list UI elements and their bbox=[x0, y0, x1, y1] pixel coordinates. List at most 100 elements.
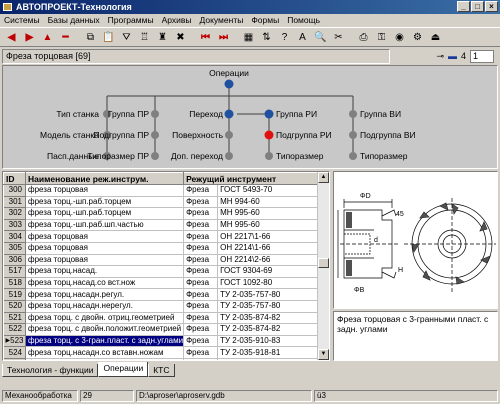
cell-id[interactable]: 303 bbox=[3, 219, 26, 232]
cell-name[interactable]: фреза торц. с двойн. отриц.геометрией bbox=[25, 312, 185, 325]
cell-name[interactable]: фреза торцовая bbox=[25, 254, 185, 267]
table-row[interactable]: 300 фреза торцовая Фреза ГОСТ 5493-70 bbox=[3, 184, 321, 197]
sort-icon[interactable]: ⇅ bbox=[258, 29, 275, 45]
cell-type[interactable]: Фреза bbox=[183, 323, 219, 336]
menu-databases[interactable]: Базы данных bbox=[48, 14, 100, 27]
cell-type[interactable]: Фреза bbox=[183, 184, 219, 197]
cell-type[interactable]: Фреза bbox=[183, 230, 219, 243]
minimize-button[interactable]: _ bbox=[457, 1, 470, 12]
first-icon[interactable]: ⏮ bbox=[197, 29, 214, 45]
menu-documents[interactable]: Документы bbox=[200, 14, 244, 27]
calc-icon[interactable]: ▦ bbox=[240, 29, 257, 45]
exit-icon[interactable]: ⏏ bbox=[427, 29, 444, 45]
cell-id[interactable]: 305 bbox=[3, 242, 26, 255]
tab-kts[interactable]: КТС bbox=[148, 364, 175, 377]
cell-name[interactable]: фреза торц.насадн.регул. bbox=[25, 288, 185, 301]
table-row[interactable]: 517 фреза торц.насад. Фреза ГОСТ 9304-69 bbox=[3, 265, 321, 278]
cell-name[interactable]: фреза торцовая bbox=[25, 242, 185, 255]
cell-std[interactable]: ГОСТ 1092-80 bbox=[217, 277, 321, 290]
cell-std[interactable]: ГОСТ 9304-69 bbox=[217, 265, 321, 278]
cell-name[interactable]: фреза торц. с 3-гран.пласт. с задн.углам… bbox=[25, 335, 185, 348]
page-spinner[interactable]: 1 bbox=[470, 49, 494, 63]
scroll-up-button[interactable]: ▲ bbox=[318, 172, 329, 183]
arrow-left-icon[interactable]: ◀ bbox=[3, 29, 20, 45]
cell-type[interactable]: Фреза bbox=[183, 196, 219, 209]
cell-name[interactable]: фреза торц.насад.со вст.нож bbox=[25, 277, 185, 290]
cell-id[interactable]: 306 bbox=[3, 254, 26, 267]
tab-operations[interactable]: Операции bbox=[98, 362, 149, 377]
cell-id[interactable]: 524 bbox=[3, 346, 26, 359]
table-scrollbar[interactable]: ▲ ▼ bbox=[317, 172, 329, 360]
paste-icon[interactable]: 📋 bbox=[100, 29, 117, 45]
table-row[interactable]: 301 фреза торц.-шп.раб.торцем Фреза МН 994-… bbox=[3, 196, 321, 209]
cell-type[interactable]: Фреза bbox=[183, 335, 219, 348]
cell-type[interactable]: Фреза bbox=[183, 346, 219, 359]
cell-std[interactable]: ТУ 2-035-874-82 bbox=[217, 312, 321, 325]
cell-id[interactable]: 521 bbox=[3, 312, 26, 325]
tab-technology-functions[interactable]: Технология - функции bbox=[2, 364, 99, 377]
find-icon[interactable]: 🔍 bbox=[312, 29, 329, 45]
close-button[interactable]: × bbox=[485, 1, 498, 12]
table-row[interactable]: 522 фреза торц. с двойн.положит.геометрие… bbox=[3, 323, 321, 336]
cell-id[interactable]: 525 bbox=[3, 358, 26, 360]
cell-type[interactable]: Фреза bbox=[183, 277, 219, 290]
cell-name[interactable]: фреза торц.-шп.раб.торцем bbox=[25, 207, 185, 220]
help-icon[interactable]: ⚙ bbox=[409, 29, 426, 45]
cell-std[interactable]: МН 995-60 bbox=[217, 219, 321, 232]
pin-icon[interactable]: ⊸ bbox=[436, 51, 444, 62]
cell-id[interactable]: 302 bbox=[3, 207, 26, 220]
cell-name[interactable]: фреза торц.-шп.раб.шп.частью bbox=[25, 219, 185, 232]
cell-std[interactable]: ТУ 2-035-757-80 bbox=[217, 300, 321, 313]
tools-icon[interactable]: ✂ bbox=[330, 29, 347, 45]
cell-id[interactable]: 523 bbox=[3, 335, 26, 348]
cell-id[interactable]: 304 bbox=[3, 230, 26, 243]
delete-icon[interactable]: ✖ bbox=[172, 29, 189, 45]
table-row[interactable]: 524 фреза торц.насадн.со вставн.ножам Фрез… bbox=[3, 346, 321, 359]
menu-forms[interactable]: Формы bbox=[251, 14, 279, 27]
book-icon[interactable]: ▬ bbox=[448, 51, 457, 61]
tree-icon[interactable]: ♖ bbox=[136, 29, 153, 45]
cell-type[interactable]: Фреза bbox=[183, 312, 219, 325]
cell-id[interactable]: 300 bbox=[3, 184, 26, 197]
cell-type[interactable]: Фреза bbox=[183, 242, 219, 255]
cell-std[interactable]: ТУ 2-035-874-82 bbox=[217, 323, 321, 336]
lock-icon[interactable]: ⚿ bbox=[373, 29, 390, 45]
menu-programs[interactable]: Программы bbox=[108, 14, 154, 27]
filter-icon[interactable]: ⛛ bbox=[118, 29, 135, 45]
cell-std[interactable]: ТУ 2-035-757-80 bbox=[217, 288, 321, 301]
copy-icon[interactable]: ⧉ bbox=[82, 29, 99, 45]
disk-icon[interactable]: ◉ bbox=[391, 29, 408, 45]
cell-id[interactable]: 520 bbox=[3, 300, 26, 313]
menu-systems[interactable]: Системы bbox=[4, 14, 40, 27]
table-row[interactable]: 304 фреза торцовая Фреза ОН 2217\1-66 bbox=[3, 230, 321, 243]
table-row[interactable]: 519 фреза торц.насадн.регул. Фреза ТУ 2-035… bbox=[3, 288, 321, 301]
cell-id[interactable]: 517 bbox=[3, 265, 26, 278]
cell-type[interactable]: Фреза bbox=[183, 300, 219, 313]
cell-type[interactable]: Фреза bbox=[183, 265, 219, 278]
table-row[interactable]: 303 фреза торц.-шп.раб.шп.частью Фреза МН 9… bbox=[3, 219, 321, 232]
cell-name[interactable]: фреза торцовая bbox=[25, 230, 185, 243]
cell-id[interactable]: 522 bbox=[3, 323, 26, 336]
cell-std[interactable]: ОН 2217\1-66 bbox=[217, 230, 321, 243]
scroll-thumb[interactable] bbox=[318, 258, 329, 268]
table-row[interactable]: 306 фреза торцовая Фреза ОН 2214\2-66 bbox=[3, 254, 321, 267]
print-icon[interactable]: ⎙ bbox=[355, 29, 372, 45]
tree-up-icon[interactable]: ♜ bbox=[154, 29, 171, 45]
table-row[interactable]: 305 фреза торцовая Фреза ОН 2214\1-66 bbox=[3, 242, 321, 255]
last-icon[interactable]: ⏭ bbox=[215, 29, 232, 45]
table-row[interactable]: 302 фреза торц.-шп.раб.торцем Фреза МН 995-… bbox=[3, 207, 321, 220]
menu-help[interactable]: Помощь bbox=[287, 14, 320, 27]
table-row[interactable]: 525фреза торц.с мех.крепл.крут.тв.спл.пл… bbox=[3, 358, 321, 360]
cell-id[interactable]: 301 bbox=[3, 196, 26, 209]
cell-name[interactable]: фреза торцовая bbox=[25, 184, 185, 197]
cell-std[interactable]: МН 994-60 bbox=[217, 196, 321, 209]
cell-name[interactable]: фреза торц.насадн.со вставн.ножам bbox=[25, 346, 185, 359]
cell-id[interactable]: 519 bbox=[3, 288, 26, 301]
cell-type[interactable]: Фреза bbox=[183, 288, 219, 301]
maximize-button[interactable]: □ bbox=[471, 1, 484, 12]
cell-type[interactable]: Фреза bbox=[183, 358, 219, 360]
menu-archives[interactable]: Архивы bbox=[162, 14, 192, 27]
arrow-up-icon[interactable]: ▲ bbox=[39, 29, 56, 45]
cell-std[interactable]: ОН 2214\1-66 bbox=[217, 242, 321, 255]
cell-name[interactable]: фреза торц.насадн.нерегул. bbox=[25, 300, 185, 313]
